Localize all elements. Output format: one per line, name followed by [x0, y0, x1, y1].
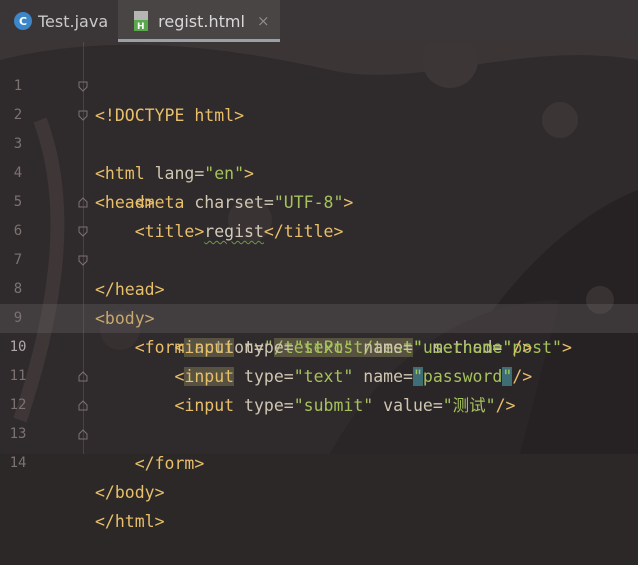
code-line: 11 <input type="submit" value="测试"/>: [0, 333, 638, 415]
tab-label: regist.html: [158, 11, 245, 31]
close-icon[interactable]: ×: [257, 12, 270, 30]
code-line: 12 </form>: [0, 362, 638, 473]
fold-open-icon[interactable]: [78, 255, 88, 266]
fold-open-icon[interactable]: [78, 226, 88, 237]
code-line: 5 <title>regist</title>: [0, 159, 638, 241]
svg-text:H: H: [137, 22, 145, 32]
tab-regist-html[interactable]: H regist.html ×: [118, 0, 280, 42]
code-line: 6 </head>: [0, 188, 638, 299]
code-line: 7 <body>: [0, 217, 638, 328]
fold-close-icon[interactable]: [78, 400, 88, 411]
code-line: 13 </body>: [0, 391, 638, 502]
editor-tab-bar: C Test.java H regist.html ×: [0, 0, 638, 42]
fold-open-icon[interactable]: [78, 110, 88, 121]
code-line: 4 <meta charset="UTF-8">: [0, 130, 638, 212]
fold-close-icon[interactable]: [78, 371, 88, 382]
java-class-icon: C: [14, 12, 32, 30]
code-line: 2 <html lang="en">: [0, 72, 638, 183]
html-file-icon: H: [132, 10, 152, 32]
code-line: 8 <form action="/testPost/test" method="…: [0, 246, 638, 357]
code-line: 3 <head>: [0, 101, 638, 212]
tab-label: Test.java: [38, 11, 109, 31]
code-line: 1 <!DOCTYPE html>: [0, 43, 638, 125]
fold-close-icon[interactable]: [78, 429, 88, 440]
line-number: 14: [9, 455, 27, 471]
code-line-current: 10 <input type="text" name="password"/>: [0, 304, 638, 386]
fold-close-icon[interactable]: [78, 197, 88, 208]
code-line: 9 <input type="text" name="username"/>: [0, 275, 638, 357]
code-editor[interactable]: 1 <!DOCTYPE html> 2 <html lang="en"> 3 <…: [0, 42, 638, 531]
code-line: 14 </html>: [0, 420, 638, 531]
tab-test-java[interactable]: C Test.java: [0, 0, 118, 42]
fold-open-icon[interactable]: [78, 81, 88, 92]
